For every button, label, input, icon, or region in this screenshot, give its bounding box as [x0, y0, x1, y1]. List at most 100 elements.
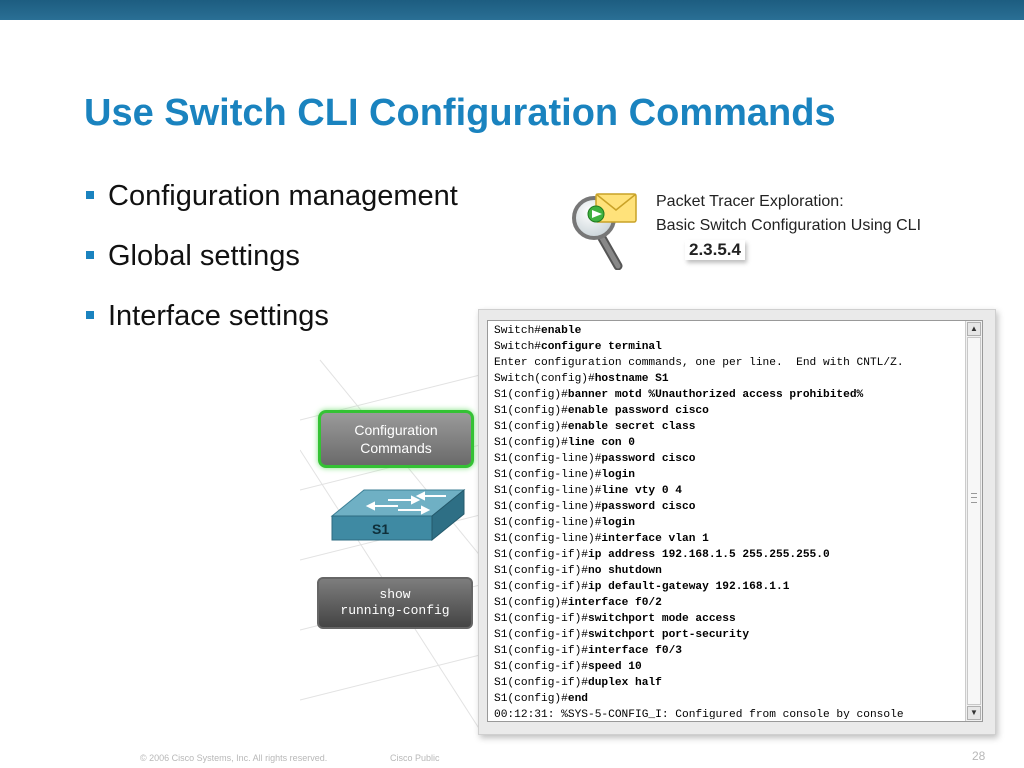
terminal-prompt: S1(config-if)# [494, 549, 588, 561]
terminal-prompt: Switch# [494, 341, 541, 353]
terminal-command: login [601, 469, 635, 481]
scroll-grip-icon [971, 493, 977, 503]
terminal-line: S1(config-line)#password cisco [494, 499, 964, 515]
terminal-output: Switch#enable Switch#configure terminal En… [494, 323, 964, 719]
show-running-config-box: show running-config [317, 577, 473, 629]
config-label-line1: Configuration [354, 422, 438, 438]
terminal-prompt: S1(config-if)# [494, 677, 588, 689]
terminal-line: S1(config)#enable secret class [494, 419, 964, 435]
terminal-prompt: S1(config-if)# [494, 645, 588, 657]
terminal-prompt: S1(config-if)# [494, 581, 588, 593]
terminal-prompt: S1(config-line)# [494, 453, 602, 465]
terminal-prompt: S1(config-line)# [494, 469, 602, 481]
terminal-line: S1(config-if)#duplex half [494, 675, 964, 691]
classification-text: Cisco Public [390, 753, 440, 763]
show-label-line1: show [379, 587, 411, 602]
terminal-scrollbar[interactable]: ▲ ▼ [965, 321, 982, 721]
terminal-prompt: S1(config-if)# [494, 661, 588, 673]
terminal-line: S1(config)#line con 0 [494, 435, 964, 451]
terminal-command: ip default-gateway 192.168.1.1 [588, 581, 790, 593]
switch-label: S1 [372, 521, 389, 537]
terminal-line: Switch#configure terminal [494, 339, 964, 355]
terminal-line: S1(config-if)#ip address 192.168.1.5 255… [494, 547, 964, 563]
terminal-command: enable secret class [567, 421, 696, 433]
terminal-prompt: S1(config-if)# [494, 629, 588, 641]
slide-title: Use Switch CLI Configuration Commands [84, 92, 836, 134]
terminal-prompt: S1(config)# [494, 389, 568, 401]
terminal-command: interface f0/3 [588, 645, 682, 657]
terminal-line: S1(config-if)#no shutdown [494, 563, 964, 579]
terminal-prompt: 00:12:31: %SYS-5-CONFIG_I: Configured fr… [494, 709, 904, 719]
terminal-prompt: S1(config-if)# [494, 613, 588, 625]
terminal-prompt: S1(config)# [494, 597, 568, 609]
bullet-item: Configuration management [84, 176, 458, 236]
bullet-square-icon [86, 191, 94, 199]
terminal-prompt: S1(config)# [494, 405, 568, 417]
magnifier-envelope-icon[interactable] [572, 186, 648, 270]
terminal-command: configure terminal [541, 341, 662, 353]
terminal-command: enable password cisco [567, 405, 709, 417]
terminal-command: banner motd %Unauthorized access prohibi… [567, 389, 864, 401]
bullet-item: Global settings [84, 236, 458, 296]
show-label-line2: running-config [340, 603, 450, 618]
terminal-command: switchport port-security [588, 629, 750, 641]
terminal-line: S1(config-if)#ip default-gateway 192.168… [494, 579, 964, 595]
terminal-prompt: S1(config)# [494, 693, 568, 705]
packet-tracer-activity: Basic Switch Configuration Using CLI [656, 217, 922, 234]
packet-tracer-caption: Packet Tracer Exploration: Basic Switch … [656, 190, 921, 238]
page-number: 28 [972, 749, 986, 763]
copyright-text: © 2006 Cisco Systems, Inc. All rights re… [140, 753, 328, 763]
terminal-command: password cisco [601, 453, 696, 465]
terminal-command: enable [541, 325, 582, 337]
terminal-line: Enter configuration commands, one per li… [494, 355, 964, 371]
terminal-command: interface f0/2 [567, 597, 662, 609]
packet-tracer-heading: Packet Tracer Exploration: [656, 193, 844, 210]
terminal-line: S1(config-if)#speed 10 [494, 659, 964, 675]
terminal-line: S1(config-line)#login [494, 515, 964, 531]
terminal-prompt: Switch(config)# [494, 373, 595, 385]
terminal-command: speed 10 [588, 661, 642, 673]
terminal-window[interactable]: Switch#enable Switch#configure terminal En… [487, 320, 983, 722]
terminal-line: S1(config)#enable password cisco [494, 403, 964, 419]
terminal-prompt: S1(config)# [494, 437, 568, 449]
terminal-command: interface vlan 1 [601, 533, 709, 545]
terminal-line: S1(config-line)#password cisco [494, 451, 964, 467]
terminal-line: S1(config-if)#switchport port-security [494, 627, 964, 643]
bullet-square-icon [86, 311, 94, 319]
terminal-command: duplex half [588, 677, 662, 689]
terminal-command: line vty 0 4 [601, 485, 682, 497]
terminal-prompt: Enter configuration commands, one per li… [494, 357, 904, 369]
terminal-line: S1(config)#end [494, 691, 964, 707]
terminal-prompt: S1(config-if)# [494, 565, 588, 577]
terminal-command: switchport mode access [588, 613, 736, 625]
bullet-square-icon [86, 251, 94, 259]
config-label-line2: Commands [360, 440, 432, 456]
terminal-command: line con 0 [567, 437, 635, 449]
terminal-prompt: S1(config-line)# [494, 517, 602, 529]
terminal-command: no shutdown [588, 565, 662, 577]
scroll-down-arrow-icon[interactable]: ▼ [967, 706, 981, 720]
scroll-thumb[interactable] [967, 337, 981, 705]
activity-number: 2.3.5.4 [685, 240, 745, 260]
terminal-prompt: S1(config-line)# [494, 501, 602, 513]
terminal-line: S1(config-if)#switchport mode access [494, 611, 964, 627]
terminal-prompt: S1(config-line)# [494, 533, 602, 545]
bullet-text: Global settings [108, 240, 300, 272]
terminal-line: S1(config-line)#login [494, 467, 964, 483]
top-banner [0, 0, 1024, 20]
terminal-line: Switch#enable [494, 323, 964, 339]
terminal-command: hostname S1 [594, 373, 669, 385]
terminal-line: Switch(config)#hostname S1 [494, 371, 964, 387]
terminal-line: 00:12:31: %SYS-5-CONFIG_I: Configured fr… [494, 707, 964, 719]
terminal-line: S1(config-if)#interface f0/3 [494, 643, 964, 659]
terminal-line: S1(config-line)#interface vlan 1 [494, 531, 964, 547]
scroll-up-arrow-icon[interactable]: ▲ [967, 322, 981, 336]
terminal-line: S1(config)#banner motd %Unauthorized acc… [494, 387, 964, 403]
terminal-command: password cisco [601, 501, 696, 513]
terminal-prompt: S1(config-line)# [494, 485, 602, 497]
terminal-prompt: Switch# [494, 325, 541, 337]
terminal-command: end [567, 693, 589, 705]
configuration-commands-box: Configuration Commands [318, 410, 474, 468]
bullet-text: Configuration management [108, 180, 458, 212]
switch-icon: S1 [330, 488, 466, 542]
